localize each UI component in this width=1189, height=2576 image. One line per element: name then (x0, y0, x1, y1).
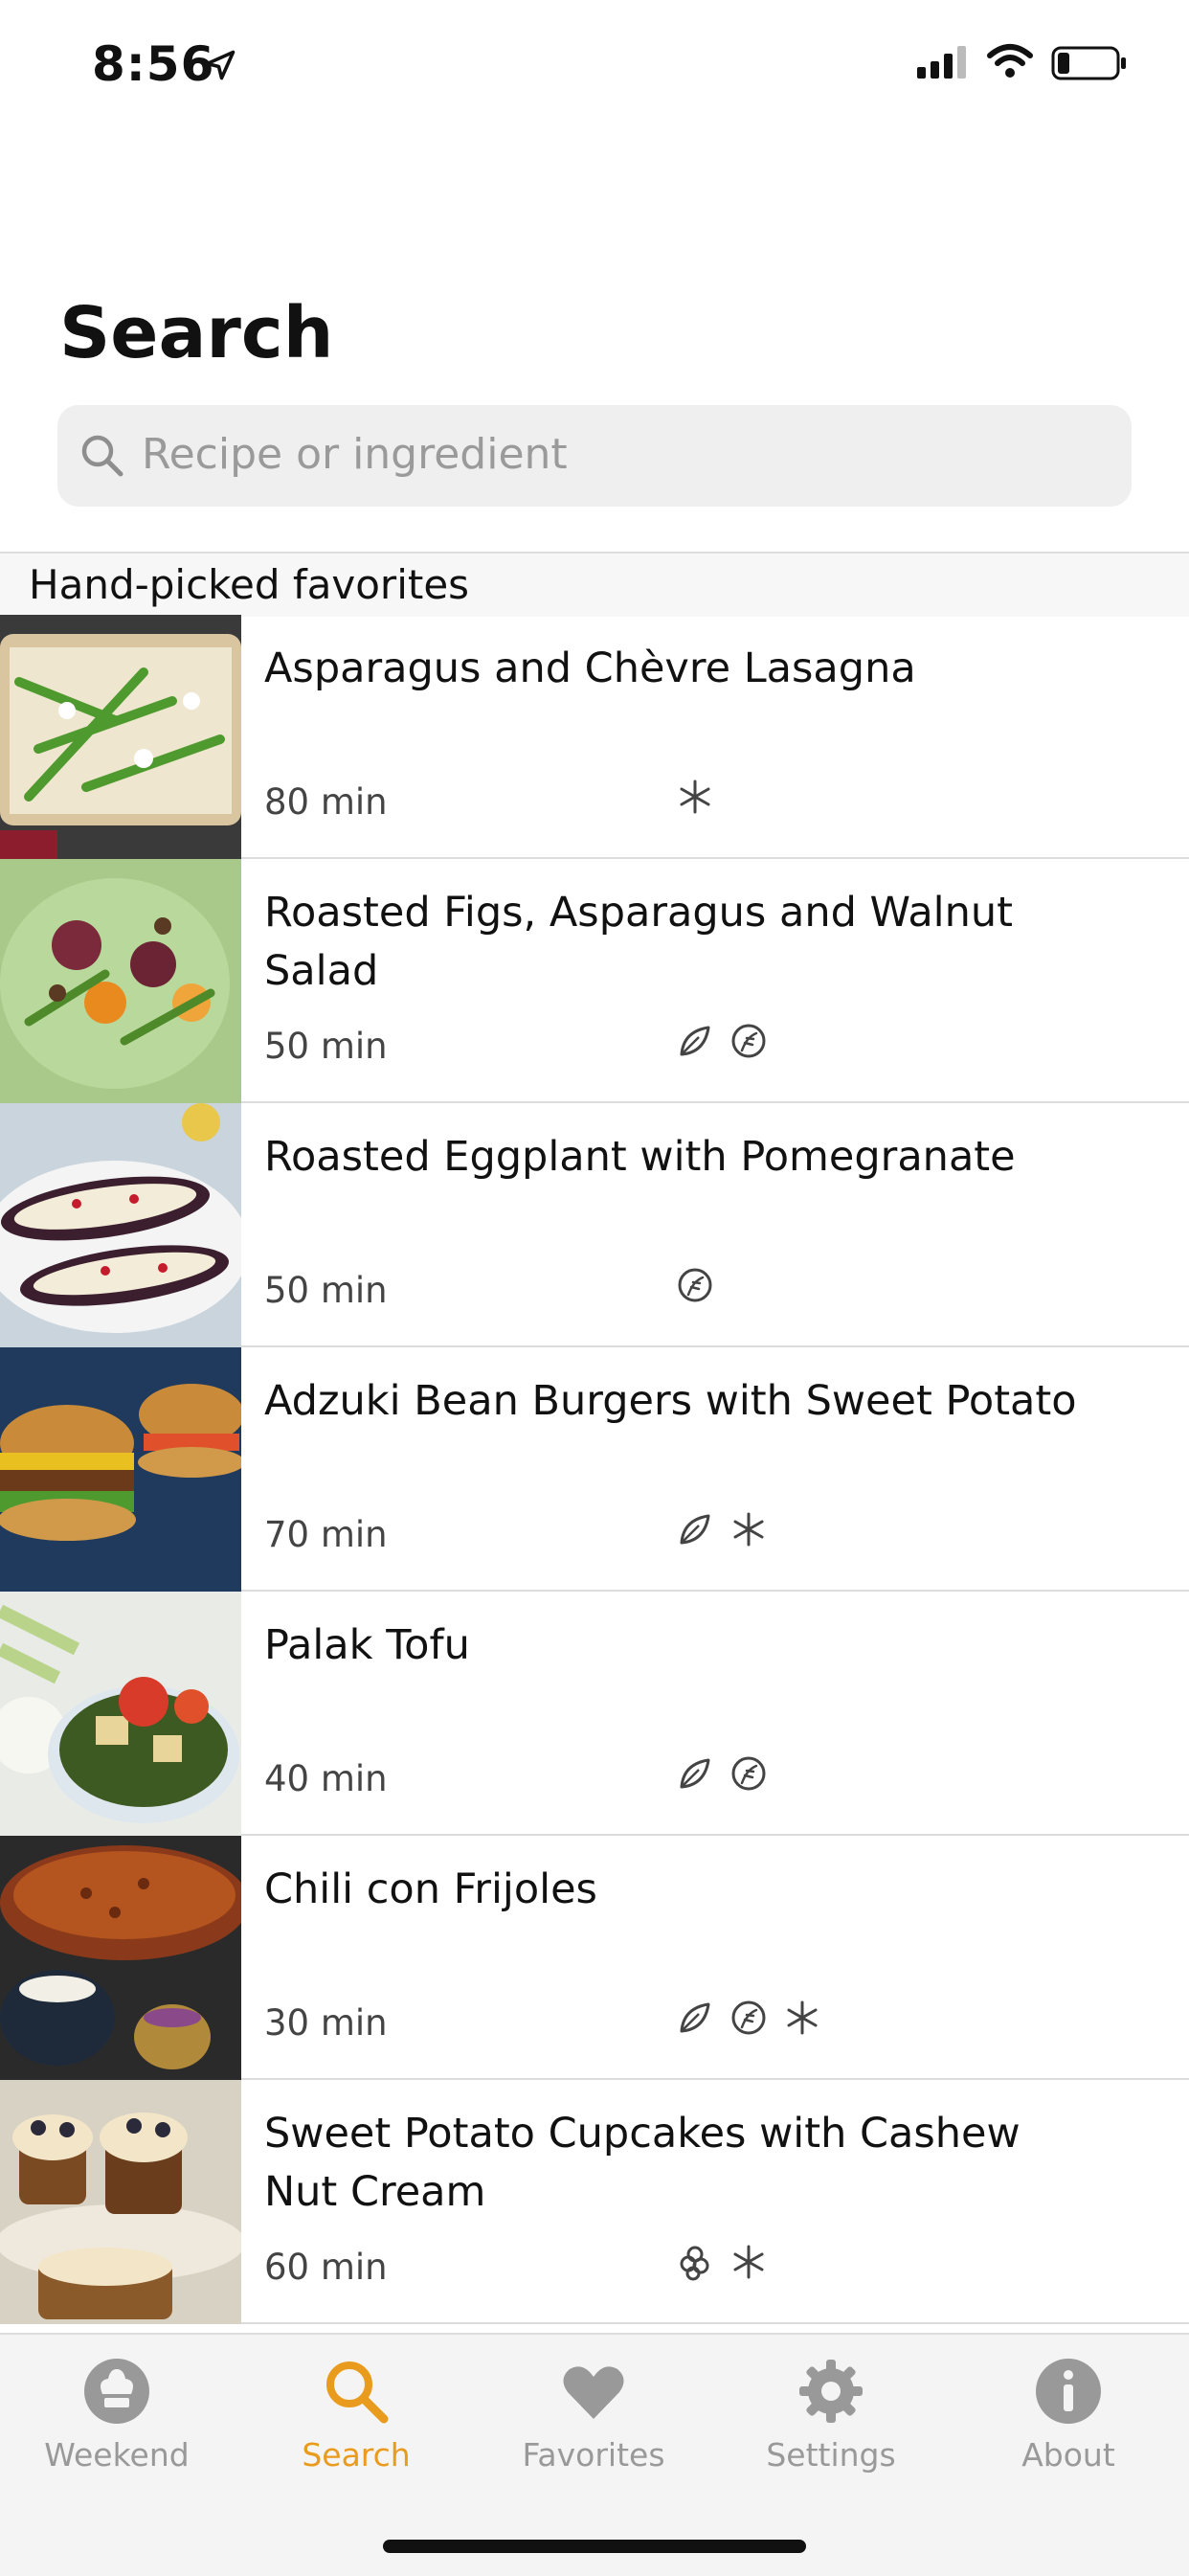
tab-search[interactable]: Search (260, 2356, 452, 2499)
cellular-signal-icon (917, 46, 966, 79)
diet-badges (676, 1266, 714, 1304)
heart-icon (563, 2366, 624, 2419)
snowflake-icon (733, 2245, 764, 2279)
recipe-time: 50 min (264, 1270, 388, 1311)
recipe-title: Roasted Eggplant with Pomegranate (264, 1133, 1016, 1181)
recipe-time: 80 min (264, 781, 388, 823)
recipe-row[interactable]: Chili con Frijoles 30 min (0, 1836, 1189, 2080)
recipe-title: Adzuki Bean Burgers with Sweet Potato (264, 1377, 1077, 1425)
recipe-thumbnail (0, 615, 241, 859)
gluten-free-icon (731, 2000, 766, 2035)
wifi-icon (987, 44, 1033, 78)
search-icon (81, 435, 123, 477)
tab-label: Weekend (44, 2436, 190, 2474)
tab-weekend[interactable]: Weekend (21, 2356, 213, 2499)
diet-badges (676, 1999, 821, 2037)
tab-label: About (1021, 2436, 1115, 2474)
recipe-time: 50 min (264, 1026, 388, 1067)
tab-about[interactable]: About (973, 2356, 1164, 2499)
recipe-title: Asparagus and Chèvre Lasagna (264, 644, 916, 692)
snowflake-icon (680, 780, 710, 814)
page-title: Search (59, 292, 334, 374)
recipe-time: 30 min (264, 2002, 388, 2044)
recipe-row[interactable]: Sweet Potato Cupcakes with Cashew Nut Cr… (0, 2080, 1189, 2324)
leaf-icon (680, 1758, 710, 1789)
diet-badges (676, 1754, 768, 1793)
recipe-thumbnail (0, 1347, 241, 1592)
recipe-thumbnail (0, 2080, 241, 2324)
recipe-row[interactable]: Roasted Figs, Asparagus and Walnut Salad… (0, 859, 1189, 1103)
search-placeholder: Recipe or ingredient (142, 430, 568, 479)
tab-bar: Weekend Search Favorites Settings About (0, 2333, 1189, 2576)
diet-badges (676, 1510, 768, 1548)
recipe-row[interactable]: Palak Tofu 40 min (0, 1592, 1189, 1836)
recipe-title: Palak Tofu (264, 1621, 470, 1669)
recipe-thumbnail (0, 1836, 241, 2080)
tab-label: Search (302, 2436, 411, 2474)
recipe-title: Chili con Frijoles (264, 1865, 597, 1913)
status-time: 8:56 (92, 36, 215, 92)
recipe-title: Roasted Figs, Asparagus and Walnut Salad (264, 889, 1013, 995)
gluten-free-icon (678, 1268, 712, 1302)
snowflake-icon (733, 1512, 764, 1547)
gear-icon (799, 2360, 863, 2423)
nut-icon (680, 2246, 709, 2281)
battery-icon (1051, 46, 1126, 80)
chef-hat-icon (84, 2359, 149, 2424)
section-header: Hand-picked favorites (0, 552, 1189, 617)
snowflake-icon (787, 2000, 818, 2035)
tab-favorites[interactable]: Favorites (498, 2356, 689, 2499)
search-input[interactable]: Recipe or ingredient (57, 405, 1132, 507)
location-arrow-icon (205, 50, 236, 80)
leaf-icon (680, 1026, 710, 1056)
recipe-thumbnail (0, 1103, 241, 1347)
recipe-row[interactable]: Adzuki Bean Burgers with Sweet Potato 70… (0, 1347, 1189, 1592)
diet-badges (676, 778, 714, 816)
leaf-icon (680, 2002, 710, 2033)
recipe-thumbnail (0, 1592, 241, 1836)
search-icon (326, 2361, 389, 2424)
recipe-list: Asparagus and Chèvre Lasagna 80 min Roas… (0, 615, 1189, 2324)
recipe-time: 40 min (264, 1758, 388, 1799)
status-bar: 8:56 (0, 0, 1189, 124)
recipe-title: Sweet Potato Cupcakes with Cashew Nut Cr… (264, 2110, 1021, 2216)
row-divider (241, 2322, 1189, 2324)
info-icon (1036, 2359, 1101, 2424)
recipe-time: 70 min (264, 1514, 388, 1555)
tab-label: Favorites (522, 2436, 665, 2474)
leaf-icon (680, 1514, 710, 1545)
recipe-thumbnail (0, 859, 241, 1103)
gluten-free-icon (731, 1024, 766, 1058)
tab-settings[interactable]: Settings (735, 2356, 927, 2499)
diet-badges (676, 1022, 768, 1060)
recipe-row[interactable]: Asparagus and Chèvre Lasagna 80 min (0, 615, 1189, 859)
gluten-free-icon (731, 1756, 766, 1791)
recipe-row[interactable]: Roasted Eggplant with Pomegranate 50 min (0, 1103, 1189, 1347)
home-indicator (383, 2540, 806, 2553)
diet-badges (676, 2243, 768, 2281)
recipe-time: 60 min (264, 2247, 388, 2288)
tab-label: Settings (766, 2436, 896, 2474)
section-title: Hand-picked favorites (29, 561, 470, 608)
